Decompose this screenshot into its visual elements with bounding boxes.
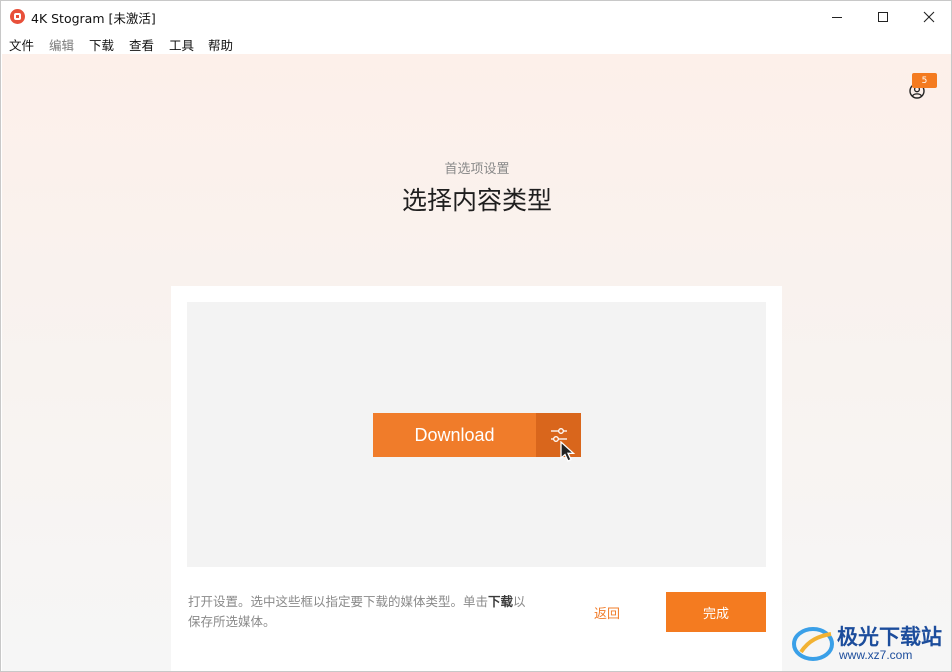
minimize-button[interactable] [814,1,860,32]
notification-badge: 5 [912,73,937,88]
title-bar[interactable]: 4K Stogram [未激活] [1,1,951,32]
minimize-icon [832,16,842,18]
download-preview: Download [187,302,766,567]
maximize-button[interactable] [860,1,906,32]
mouse-cursor-icon [560,441,576,462]
close-button[interactable] [906,1,951,32]
download-button-preview: Download [373,413,536,457]
app-logo-icon [10,9,25,24]
page-subtitle: 首选项设置 [444,162,510,177]
app-window: 4K Stogram [未激活] 文件 编辑 下载 查看 工具 帮助 5 首选项… [0,0,952,672]
window-title: 4K Stogram [未激活] [31,11,156,26]
watermark-text: 极光下载站 [837,625,942,649]
menu-tools[interactable]: 工具 [169,35,194,54]
content-type-card: Download 打开设置。选中这些框以指定要下载的媒体类型。单击下载以保存所选… [171,286,782,671]
instruction-text: 打开设置。选中这些框以指定要下载的媒体类型。单击下载以保存所选媒体。 [188,594,526,629]
menu-edit[interactable]: 编辑 [49,35,74,54]
maximize-icon [878,11,888,22]
back-button[interactable]: 返回 [594,603,620,622]
close-icon [923,11,935,22]
menu-help[interactable]: 帮助 [208,35,233,54]
menu-bar: 文件 编辑 下载 查看 工具 帮助 [1,32,951,54]
page-title: 选择内容类型 [401,186,552,215]
menu-view[interactable]: 查看 [129,35,154,54]
watermark-url: www.xz7.com [839,648,913,662]
done-button[interactable]: 完成 [666,592,766,632]
menu-download[interactable]: 下载 [89,35,114,54]
menu-file[interactable]: 文件 [9,35,34,54]
